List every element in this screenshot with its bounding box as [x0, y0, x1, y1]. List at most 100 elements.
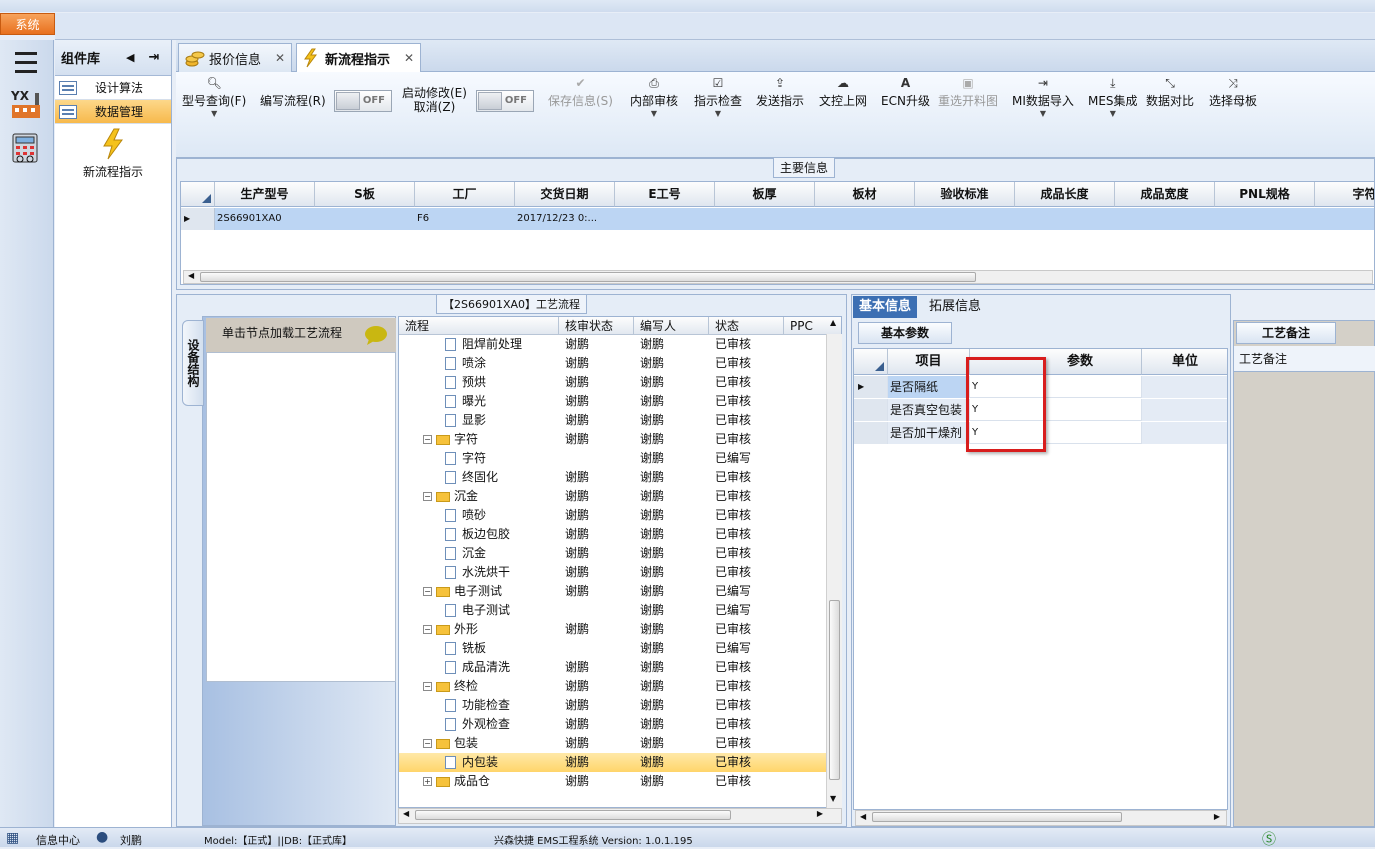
tree-item-row[interactable]: 电子测试 谢鹏 已编写 — [399, 601, 827, 620]
tab-basic-info[interactable]: 基本信息 — [853, 296, 918, 318]
tree-folder-row[interactable]: + 成品仓 谢鹏 谢鹏 已审核 — [399, 772, 827, 791]
tree-item-row[interactable]: 阻焊前处理 谢鹏 谢鹏 已审核 — [399, 335, 827, 354]
data-compare-button[interactable]: ⤡ 数据对比 — [1146, 74, 1194, 109]
grid-icon[interactable]: ▦ — [6, 830, 19, 846]
tree-item-row[interactable]: 显影 谢鹏 谢鹏 已审核 — [399, 411, 827, 430]
expand-toggle-icon[interactable]: − — [423, 739, 432, 748]
column-header[interactable]: 单位 — [1142, 349, 1227, 375]
scroll-left-icon[interactable]: ◀ — [403, 809, 409, 818]
main-grid-hscroll[interactable]: ◀ — [183, 270, 1373, 284]
expand-toggle-icon[interactable]: − — [423, 587, 432, 596]
expand-toggle-icon[interactable]: − — [423, 492, 432, 501]
column-header[interactable]: 字符 — [1315, 182, 1374, 207]
tree-folder-row[interactable]: − 外形 谢鹏 谢鹏 已审核 — [399, 620, 827, 639]
column-header[interactable]: PNL规格 — [1215, 182, 1315, 207]
reselect-cutting-button[interactable]: ▣ 重选开料图 — [938, 74, 998, 109]
tree-item-row[interactable]: 终固化 谢鹏 谢鹏 已审核 — [399, 468, 827, 487]
scroll-thumb[interactable] — [200, 272, 976, 282]
params-hscroll[interactable]: ◀ ▶ — [855, 810, 1227, 826]
mes-integration-button[interactable]: ⤓ MES集成 ▼ — [1088, 74, 1138, 119]
internal-review-button[interactable]: ⎙ 内部审核 ▼ — [630, 74, 678, 119]
column-header[interactable]: 编写人 — [634, 317, 709, 335]
column-header[interactable]: 板厚 — [715, 182, 815, 207]
system-menu-button[interactable]: 系统 — [0, 13, 55, 35]
column-header[interactable]: 工厂 — [415, 182, 515, 207]
scroll-right-icon[interactable]: ▶ — [817, 809, 823, 818]
close-icon[interactable]: ✕ — [275, 51, 285, 65]
mi-import-button[interactable]: ⇥ MI数据导入 ▼ — [1012, 74, 1074, 119]
column-header[interactable]: 交货日期 — [515, 182, 615, 207]
tab-process-notes[interactable]: 工艺备注 — [1236, 322, 1336, 344]
lib-item-data-management[interactable]: 数据管理 — [55, 100, 171, 124]
column-header[interactable]: 板材 — [815, 182, 915, 207]
scroll-thumb[interactable] — [872, 812, 1122, 822]
tab-quotation[interactable]: 报价信息 ✕ — [178, 43, 293, 72]
pin-icon[interactable]: ⇥ — [148, 50, 159, 65]
save-info-button[interactable]: ✔ 保存信息(S) — [548, 74, 613, 109]
tree-item-row[interactable]: 沉金 谢鹏 谢鹏 已审核 — [399, 544, 827, 563]
scroll-up-icon[interactable]: ▲ — [830, 318, 836, 327]
tab-equipment-structure[interactable]: 设备结构 — [182, 320, 204, 406]
ecn-upgrade-button[interactable]: A ECN升级 — [881, 74, 930, 109]
upload-docs-button[interactable]: ☁ 文控上网 — [819, 74, 867, 109]
tree-hscroll[interactable]: ◀ ▶ — [398, 808, 842, 824]
close-icon[interactable]: ✕ — [404, 51, 414, 65]
expand-toggle-icon[interactable]: − — [423, 435, 432, 444]
tree-item-row[interactable]: 功能检查 谢鹏 谢鹏 已审核 — [399, 696, 827, 715]
scroll-left-icon[interactable]: ◀ — [860, 812, 866, 821]
collapse-left-icon[interactable]: ◀ — [126, 51, 134, 64]
tab-extended-info[interactable]: 拓展信息 — [923, 296, 987, 318]
node-list[interactable] — [206, 352, 396, 682]
tree-folder-row[interactable]: − 字符 谢鹏 谢鹏 已审核 — [399, 430, 827, 449]
hamburger-icon[interactable] — [6, 42, 46, 82]
lib-item-design-algorithm[interactable]: 设计算法 — [55, 76, 171, 100]
info-center-label[interactable]: 信息中心 — [36, 832, 80, 848]
instruction-check-button[interactable]: ☑ 指示检查 ▼ — [694, 74, 742, 119]
expand-toggle-icon[interactable]: − — [423, 682, 432, 691]
tree-folder-row[interactable]: − 电子测试 谢鹏 谢鹏 已编写 — [399, 582, 827, 601]
column-header[interactable]: 生产型号 — [215, 182, 315, 207]
yx-factory-icon[interactable]: YX — [6, 84, 46, 124]
column-header[interactable]: S板 — [315, 182, 415, 207]
expand-toggle-icon[interactable]: + — [423, 777, 432, 786]
column-header[interactable]: E工号 — [615, 182, 715, 207]
tree-item-row[interactable]: 内包装 谢鹏 谢鹏 已审核 — [399, 753, 827, 772]
tab-new-flow[interactable]: 新流程指示 ✕ — [296, 43, 422, 72]
tree-item-row[interactable]: 喷涂 谢鹏 谢鹏 已审核 — [399, 354, 827, 373]
column-header[interactable]: 状态 — [709, 317, 784, 335]
tree-item-row[interactable]: 成品清洗 谢鹏 谢鹏 已审核 — [399, 658, 827, 677]
select-master-button[interactable]: ⤨ 选择母板 — [1209, 74, 1257, 109]
scroll-thumb[interactable] — [829, 600, 840, 780]
tree-folder-row[interactable]: − 沉金 谢鹏 谢鹏 已审核 — [399, 487, 827, 506]
column-header[interactable]: 核审状态 — [559, 317, 634, 335]
tree-item-row[interactable]: 曝光 谢鹏 谢鹏 已审核 — [399, 392, 827, 411]
column-header[interactable]: 成品宽度 — [1115, 182, 1215, 207]
calculator-icon[interactable] — [6, 128, 46, 168]
tree-folder-row[interactable]: − 终检 谢鹏 谢鹏 已审核 — [399, 677, 827, 696]
tree-item-row[interactable]: 铣板 谢鹏 已编写 — [399, 639, 827, 658]
column-header[interactable]: 成品长度 — [1015, 182, 1115, 207]
scroll-right-icon[interactable]: ▶ — [1214, 812, 1220, 821]
tab-basic-params[interactable]: 基本参数 — [858, 322, 952, 344]
tree-item-row[interactable]: 水洗烘干 谢鹏 谢鹏 已审核 — [399, 563, 827, 582]
tree-vscroll[interactable]: ▲ ▼ — [826, 318, 842, 808]
table-row[interactable]: ▶ 2S66901XA0 F6 2017/12/23 0:... — [181, 208, 1374, 230]
tree-folder-row[interactable]: − 包装 谢鹏 谢鹏 已审核 — [399, 734, 827, 753]
scroll-thumb[interactable] — [415, 810, 731, 820]
expand-toggle-icon[interactable]: − — [423, 625, 432, 634]
column-header[interactable]: 验收标准 — [915, 182, 1015, 207]
column-header[interactable]: 流程 — [399, 317, 559, 335]
edit-flow-toggle[interactable]: OFF — [334, 90, 392, 112]
tree-item-row[interactable]: 字符 谢鹏 已编写 — [399, 449, 827, 468]
auto-modify-toggle[interactable]: OFF — [476, 90, 534, 112]
tree-item-row[interactable]: 外观检查 谢鹏 谢鹏 已审核 — [399, 715, 827, 734]
scroll-down-icon[interactable]: ▼ — [830, 794, 836, 803]
send-instruction-button[interactable]: ⇪ 发送指示 — [756, 74, 804, 109]
column-header[interactable]: 项目 — [888, 349, 970, 375]
ime-icon[interactable]: Ⓢ — [1262, 829, 1276, 849]
tree-item-row[interactable]: 预烘 谢鹏 谢鹏 已审核 — [399, 373, 827, 392]
scroll-left-icon[interactable]: ◀ — [188, 271, 194, 280]
new-flow-shortcut[interactable]: 新流程指示 — [55, 128, 171, 180]
model-query-button[interactable]: 🔍︎ 型号查询(F) ▼ — [182, 74, 246, 119]
tree-item-row[interactable]: 板边包胶 谢鹏 谢鹏 已审核 — [399, 525, 827, 544]
